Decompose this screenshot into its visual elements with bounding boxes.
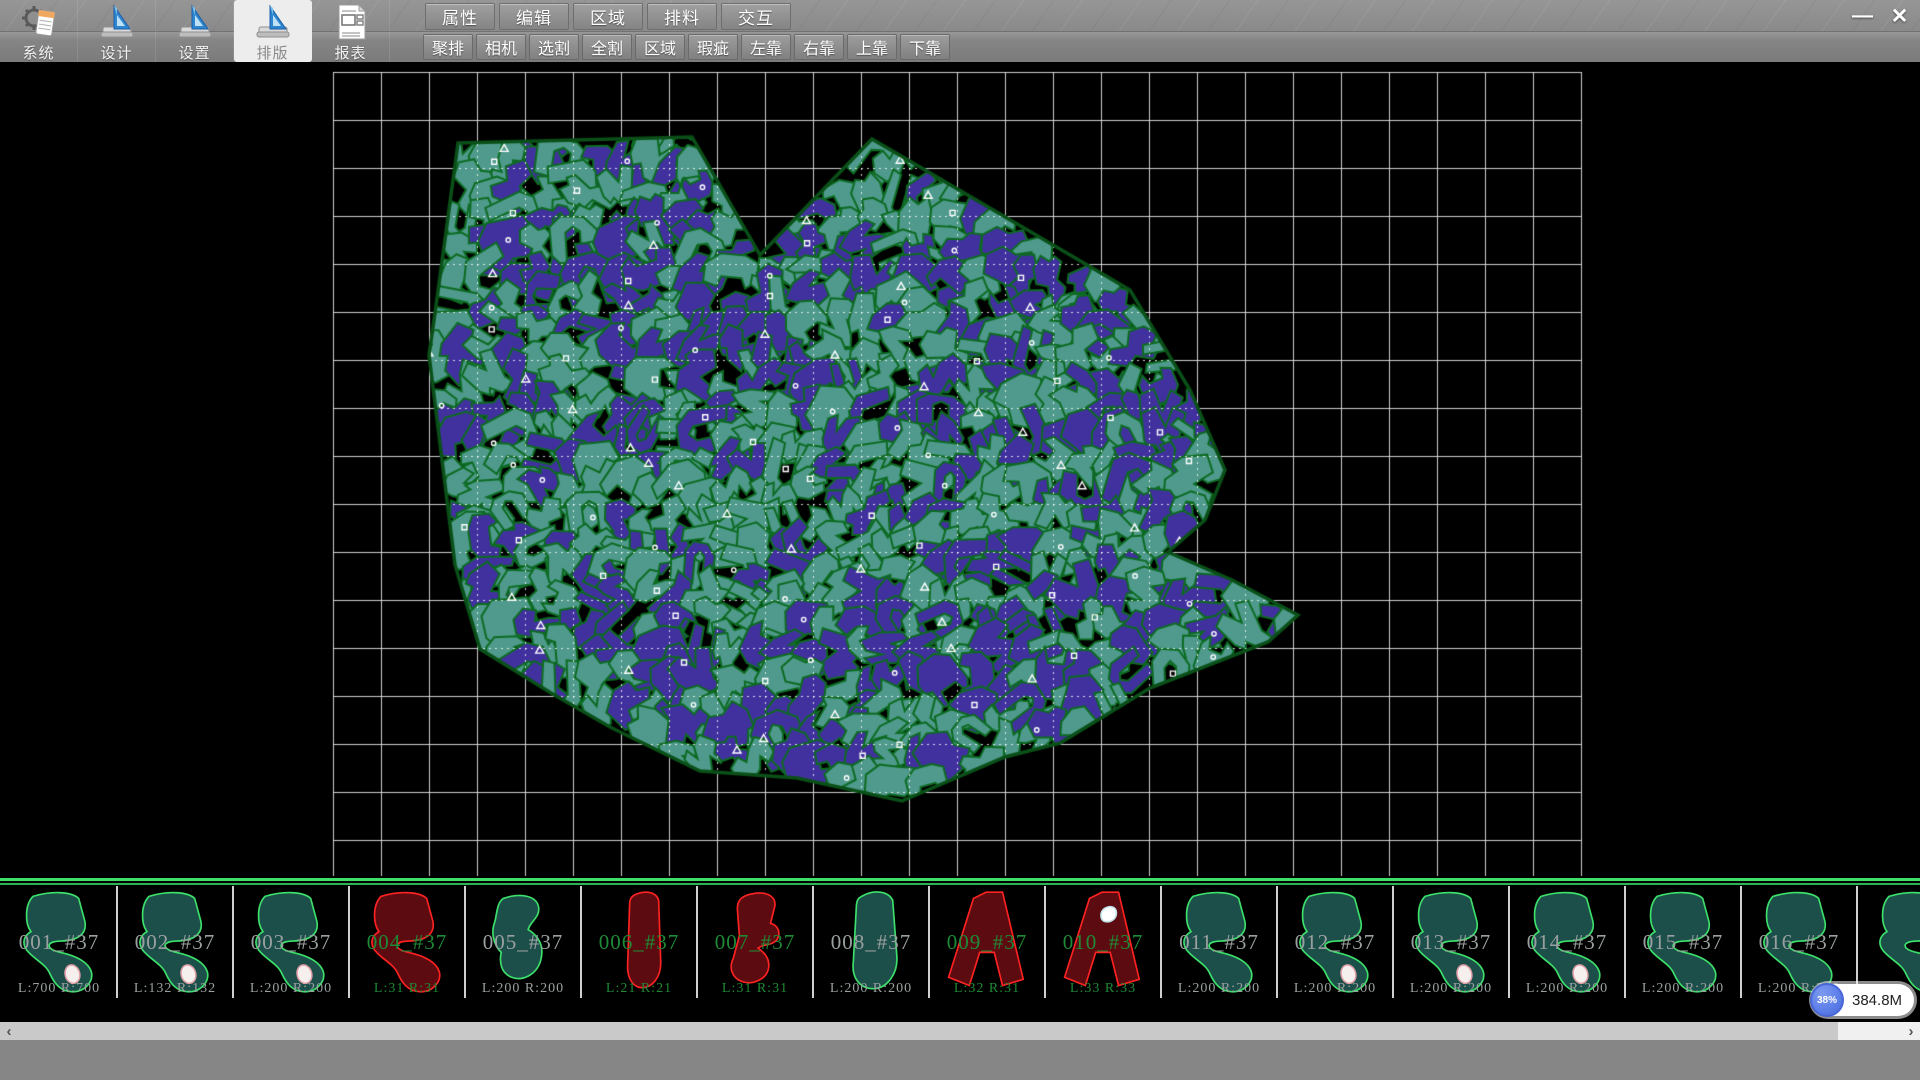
tool-button-左靠[interactable]: 左靠	[741, 34, 791, 60]
ribbon-button-label: 设置	[178, 42, 210, 63]
horizontal-scrollbar[interactable]: ‹ ›	[0, 1022, 1920, 1040]
teal-piece-shape	[1626, 886, 1742, 998]
scroll-left-arrow-icon[interactable]: ‹	[0, 1022, 18, 1040]
tool-button-瑕疵[interactable]: 瑕疵	[688, 34, 738, 60]
ribbon-button-设置[interactable]: 设置	[156, 0, 234, 62]
title-bar: 系统 设计 设置 排版 报表 属性编辑区域排料交互 聚排相机选割全割区域瑕疵左靠…	[0, 0, 1920, 62]
menu-tab-属性[interactable]: 属性	[425, 3, 495, 30]
progress-percent-badge[interactable]: 38%	[1810, 983, 1844, 1017]
piece-thumbnail-015_#37[interactable]: 015_#37L:200 R:200	[1626, 886, 1742, 998]
teal-piece-shape	[814, 886, 930, 998]
piece-thumbnail-001_#37[interactable]: 001_#37L:700 R:700	[2, 886, 118, 998]
menu-tab-bar: 属性编辑区域排料交互	[425, 3, 791, 30]
teal-piece-shape	[2, 886, 118, 998]
gear-notepad-icon	[19, 3, 59, 41]
teal-piece-shape	[1278, 886, 1394, 998]
piece-thumbnail-013_#37[interactable]: 013_#37L:200 R:200	[1394, 886, 1510, 998]
red-piece-shape	[350, 886, 466, 998]
piece-thumbnail-010_#37[interactable]: 010_#37L:33 R:33	[1046, 886, 1162, 998]
tool-button-相机[interactable]: 相机	[476, 34, 526, 60]
set-square-icon	[253, 3, 293, 41]
red-piece-shape	[698, 886, 814, 998]
menu-tab-编辑[interactable]: 编辑	[499, 3, 569, 30]
red-piece-shape	[930, 886, 1046, 998]
menu-tab-交互[interactable]: 交互	[721, 3, 791, 30]
teal-piece-shape	[118, 886, 234, 998]
piece-thumbnail-014_#37[interactable]: 014_#37L:200 R:200	[1510, 886, 1626, 998]
tool-button-bar: 聚排相机选割全割区域瑕疵左靠右靠上靠下靠	[423, 34, 950, 60]
set-square-icon	[97, 3, 137, 41]
ribbon-button-排版[interactable]: 排版	[234, 0, 312, 62]
tool-button-上靠[interactable]: 上靠	[847, 34, 897, 60]
piece-thumbnail-005_#37[interactable]: 005_#37L:200 R:200	[466, 886, 582, 998]
teal-piece-shape	[234, 886, 350, 998]
teal-piece-shape	[1742, 886, 1858, 998]
report-doc-icon	[331, 3, 371, 41]
ribbon-button-label: 设计	[100, 42, 132, 63]
piece-thumbnail-003_#37[interactable]: 003_#37L:200 R:200	[234, 886, 350, 998]
menu-tab-排料[interactable]: 排料	[647, 3, 717, 30]
piece-thumbnail-007_#37[interactable]: 007_#37L:31 R:31	[698, 886, 814, 998]
teal-piece-shape	[1394, 886, 1510, 998]
window-controls: — ✕	[1844, 1, 1918, 31]
piece-thumbnail-006_#37[interactable]: 006_#37L:21 R:21	[582, 886, 698, 998]
ribbon-button-label: 系统	[22, 42, 54, 63]
status-bar	[0, 1040, 1920, 1080]
memory-status-badge[interactable]: 38% 384.8M	[1812, 984, 1914, 1016]
nesting-workspace	[0, 62, 1920, 878]
piece-thumbnail-016_#37[interactable]: 016_#37L:200 R:200	[1742, 886, 1858, 998]
nesting-canvas[interactable]	[0, 62, 1920, 878]
piece-thumbnail-011_#37[interactable]: 011_#37L:200 R:200	[1162, 886, 1278, 998]
ribbon-button-报表[interactable]: 报表	[312, 0, 390, 62]
menu-tab-区域[interactable]: 区域	[573, 3, 643, 30]
scrollbar-thumb[interactable]	[0, 1022, 1838, 1040]
teal-piece-shape	[1510, 886, 1626, 998]
ribbon-button-设计[interactable]: 设计	[78, 0, 156, 62]
ribbon-button-系统[interactable]: 系统	[0, 0, 78, 62]
teal-piece-shape	[1858, 886, 1920, 998]
minimize-button[interactable]: —	[1844, 1, 1881, 31]
red-piece-shape	[582, 886, 698, 998]
teal-piece-shape	[1162, 886, 1278, 998]
tool-button-选割[interactable]: 选割	[529, 34, 579, 60]
tool-button-区域[interactable]: 区域	[635, 34, 685, 60]
scroll-right-arrow-icon[interactable]: ›	[1902, 1022, 1920, 1040]
ribbon-button-label: 报表	[334, 42, 366, 63]
piece-thumbnail-002_#37[interactable]: 002_#37L:132 R:132	[118, 886, 234, 998]
ribbon-button-bar: 系统 设计 设置 排版 报表	[0, 0, 390, 62]
teal-piece-shape	[466, 886, 582, 998]
tool-button-下靠[interactable]: 下靠	[900, 34, 950, 60]
piece-thumbnail-012_#37[interactable]: 012_#37L:200 R:200	[1278, 886, 1394, 998]
red-piece-shape	[1046, 886, 1162, 998]
tool-button-聚排[interactable]: 聚排	[423, 34, 473, 60]
set-square-icon	[175, 3, 215, 41]
piece-thumbnail-partial[interactable]	[1858, 886, 1920, 998]
piece-thumbnail-strip: 001_#37L:700 R:700 002_#37L:132 R:132 00…	[0, 878, 1920, 1008]
ribbon-button-label: 排版	[256, 42, 288, 63]
close-button[interactable]: ✕	[1881, 1, 1918, 31]
tool-button-全割[interactable]: 全割	[582, 34, 632, 60]
tool-button-右靠[interactable]: 右靠	[794, 34, 844, 60]
memory-usage-label: 384.8M	[1852, 992, 1902, 1009]
piece-thumbnail-009_#37[interactable]: 009_#37L:32 R:31	[930, 886, 1046, 998]
piece-thumbnail-list: 001_#37L:700 R:700 002_#37L:132 R:132 00…	[2, 886, 1920, 998]
piece-thumbnail-004_#37[interactable]: 004_#37L:31 R:31	[350, 886, 466, 998]
piece-thumbnail-008_#37[interactable]: 008_#37L:200 R:200	[814, 886, 930, 998]
